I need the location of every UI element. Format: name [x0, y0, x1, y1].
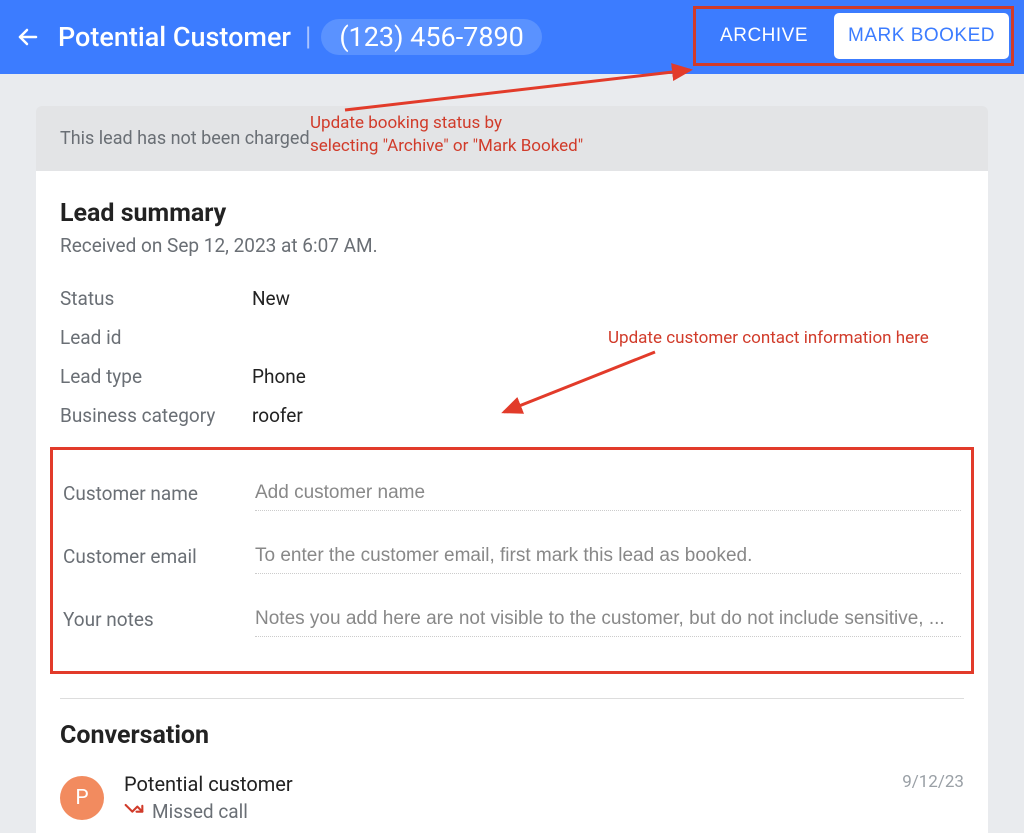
customer-name-input[interactable]: [255, 476, 961, 511]
leadid-label: Lead id: [60, 326, 252, 349]
customer-name-row: Customer name: [63, 462, 961, 525]
title-divider: |: [305, 22, 311, 52]
phone-pill[interactable]: (123) 456-7890: [321, 19, 542, 55]
conversation-body: Potential customer Missed call: [124, 772, 964, 823]
notes-row: Your notes: [63, 588, 961, 651]
conversation-title: Conversation: [60, 721, 964, 750]
avatar: P: [60, 776, 104, 820]
content-area: This lead has not been charged Lead summ…: [0, 74, 1024, 833]
status-row: Status New: [60, 279, 964, 318]
app-header: Potential Customer | (123) 456-7890 ARCH…: [0, 0, 1024, 74]
charge-banner: This lead has not been charged: [36, 106, 988, 171]
category-row: Business category roofer: [60, 396, 964, 435]
customer-form-highlight: Customer name Customer email Your notes: [50, 447, 974, 674]
status-label: Status: [60, 287, 252, 310]
missed-call-icon: [124, 802, 144, 821]
leadid-row: Lead id: [60, 318, 964, 357]
mark-booked-button[interactable]: MARK BOOKED: [834, 13, 1009, 59]
leadtype-label: Lead type: [60, 365, 252, 388]
status-value: New: [252, 287, 290, 310]
back-arrow-icon[interactable]: [16, 25, 40, 49]
page-title: Potential Customer: [58, 21, 291, 53]
lead-summary-title: Lead summary: [60, 199, 964, 228]
archive-button[interactable]: ARCHIVE: [698, 13, 830, 59]
action-buttons-highlight: ARCHIVE MARK BOOKED: [693, 6, 1014, 66]
notes-input[interactable]: [255, 602, 961, 637]
lead-card: Lead summary Received on Sep 12, 2023 at…: [36, 171, 988, 833]
category-label: Business category: [60, 404, 252, 427]
conversation-status: Missed call: [152, 800, 248, 823]
customer-email-row: Customer email: [63, 525, 961, 588]
category-value: roofer: [252, 404, 303, 427]
leadtype-row: Lead type Phone: [60, 357, 964, 396]
conversation-date: 9/12/23: [902, 772, 964, 792]
customer-email-input[interactable]: [255, 539, 961, 574]
received-text: Received on Sep 12, 2023 at 6:07 AM.: [60, 234, 964, 257]
customer-name-label: Customer name: [63, 482, 255, 505]
conversation-section: Conversation P Potential customer Missed…: [60, 698, 964, 823]
conversation-row[interactable]: P Potential customer Missed call 9/12/23: [60, 772, 964, 823]
leadtype-value: Phone: [252, 365, 306, 388]
notes-label: Your notes: [63, 608, 255, 631]
conversation-name: Potential customer: [124, 772, 964, 796]
customer-email-label: Customer email: [63, 545, 255, 568]
conversation-sub: Missed call: [124, 800, 964, 823]
